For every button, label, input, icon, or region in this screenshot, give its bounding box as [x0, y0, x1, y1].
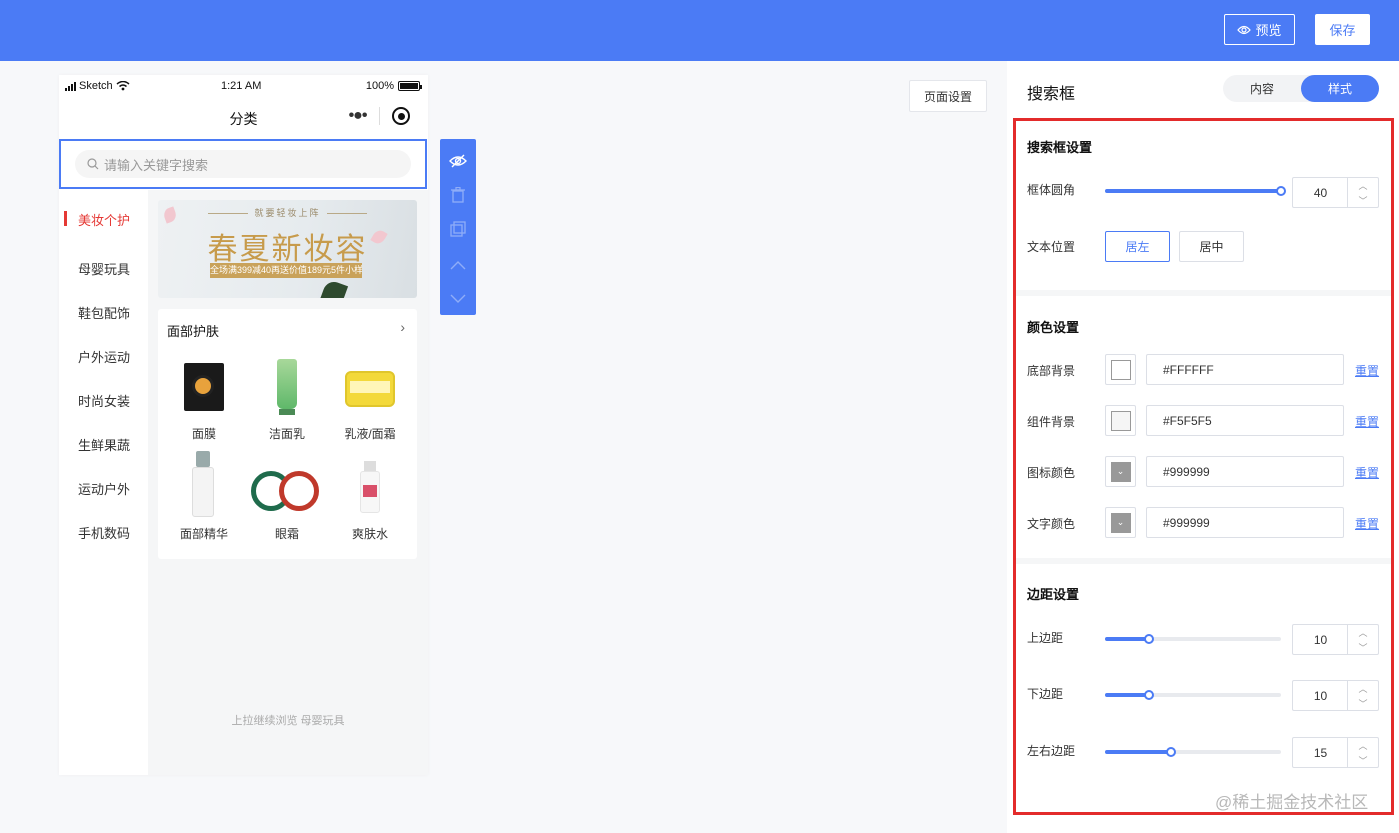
status-time: 1:21 AM [221, 80, 262, 92]
product-item[interactable]: 乳液/面霜 [327, 359, 413, 442]
search-placeholder: 请输入关键字搜索 [104, 157, 209, 173]
banner-title: 春夏新妆容 [207, 232, 368, 267]
chevron-right-icon[interactable]: › [400, 319, 405, 335]
load-more-hint: 上拉继续浏览 母婴玩具 [231, 715, 345, 727]
delete-trash-icon[interactable] [440, 181, 476, 209]
product-card: 面部护肤 › 面膜 洁面乳 乳液/面霜 面部精华 眼霜 爽肤水 [158, 309, 417, 559]
category-item[interactable]: 美妆个护 [59, 210, 148, 229]
promo-banner[interactable]: 就要轻妆上阵 春夏新妆容 全场满399减40再送价值189元5件小样 [158, 200, 417, 298]
save-button[interactable]: 保存 [1315, 14, 1370, 45]
copy-icon[interactable] [440, 215, 476, 243]
category-item[interactable]: 鞋包配饰 [59, 303, 148, 322]
product-name: 洁面乳 [268, 427, 305, 441]
category-sidebar: 美妆个护 母婴玩具 鞋包配饰 户外运动 时尚女装 生鲜果蔬 运动户外 手机数码 [59, 190, 148, 735]
cream-jar-image [340, 359, 400, 419]
eye-icon [1237, 25, 1252, 34]
product-item[interactable]: 面膜 [161, 359, 247, 442]
eye-cream-image [247, 459, 327, 519]
close-target-icon[interactable] [380, 107, 422, 125]
search-input[interactable]: 请输入关键字搜索 [75, 150, 411, 178]
move-up-icon[interactable] [440, 251, 476, 279]
category-item[interactable]: 母婴玩具 [59, 259, 148, 278]
serum-bottle-image [174, 451, 234, 519]
product-item[interactable]: 眼霜 [244, 459, 330, 542]
product-item[interactable]: 洁面乳 [244, 359, 330, 442]
banner-offer: 全场满399减40再送价值189元5件小样 [210, 263, 362, 278]
product-name: 面膜 [191, 427, 216, 441]
tab-style[interactable]: 样式 [1301, 75, 1379, 102]
category-item[interactable]: 生鲜果蔬 [59, 435, 148, 454]
product-name: 爽肤水 [351, 527, 388, 541]
category-item[interactable]: 户外运动 [59, 347, 148, 366]
signal-icon [65, 81, 76, 91]
category-item[interactable]: 运动户外 [59, 479, 148, 498]
product-item[interactable]: 爽肤水 [327, 459, 413, 542]
battery-percent: 100% [365, 80, 394, 92]
wifi-icon [116, 81, 130, 91]
search-icon [87, 158, 99, 170]
tab-content[interactable]: 内容 [1223, 75, 1301, 102]
preview-label: 预览 [1255, 23, 1282, 38]
product-name: 面部精华 [179, 527, 228, 541]
page-settings-button[interactable]: 页面设置 [909, 80, 987, 112]
mini-program-capsule: •●• [336, 101, 422, 131]
card-title: 面部护肤 [167, 324, 220, 339]
move-down-icon[interactable] [440, 285, 476, 313]
carrier-label: Sketch [79, 80, 113, 92]
face-mask-image [174, 359, 234, 419]
category-item[interactable]: 时尚女装 [59, 391, 148, 410]
leaf-decoration [319, 278, 349, 298]
component-toolbar [440, 139, 476, 315]
product-name: 眼霜 [274, 527, 299, 541]
product-item[interactable]: 面部精华 [161, 451, 247, 542]
panel-tabs: 内容 样式 [1223, 75, 1379, 102]
preview-button[interactable]: 预览 [1224, 14, 1295, 45]
panel-title: 搜索框 [1027, 86, 1076, 103]
product-name: 乳液/面霜 [344, 427, 396, 441]
battery-icon [398, 81, 422, 91]
hide-eye-icon[interactable] [440, 147, 476, 175]
more-dots-icon[interactable]: •●• [336, 107, 379, 125]
top-bar [0, 0, 1399, 61]
search-component-selected[interactable]: 请输入关键字搜索 [59, 139, 427, 189]
nav-bar: 分类 •●• [59, 97, 428, 137]
toner-bottle-image [340, 459, 400, 519]
status-bar: Sketch 1:21 AM 100% [59, 75, 428, 97]
category-item[interactable]: 手机数码 [59, 523, 148, 542]
highlight-box [1013, 118, 1394, 815]
cleanser-image [257, 359, 317, 419]
watermark: @稀土掘金技术社区 [1215, 793, 1369, 812]
banner-subtitle: 就要轻妆上阵 [158, 206, 417, 219]
